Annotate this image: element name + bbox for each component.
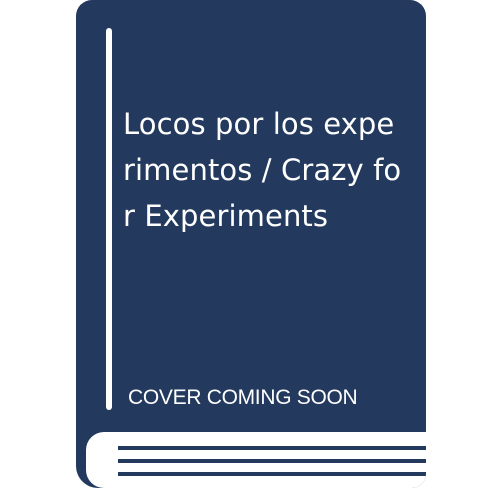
page-edge-line <box>118 446 426 450</box>
book-title: Locos por los experimentos / Crazy for E… <box>123 107 402 233</box>
book-cover-placeholder: Locos por los experimentos / Crazy for E… <box>76 0 426 488</box>
page-edge-line <box>118 459 426 463</box>
spine-line <box>106 28 112 410</box>
page-edge-line <box>118 472 426 476</box>
book-pages-icon <box>86 432 426 488</box>
cover-coming-soon-label: COVER COMING SOON <box>128 386 358 409</box>
